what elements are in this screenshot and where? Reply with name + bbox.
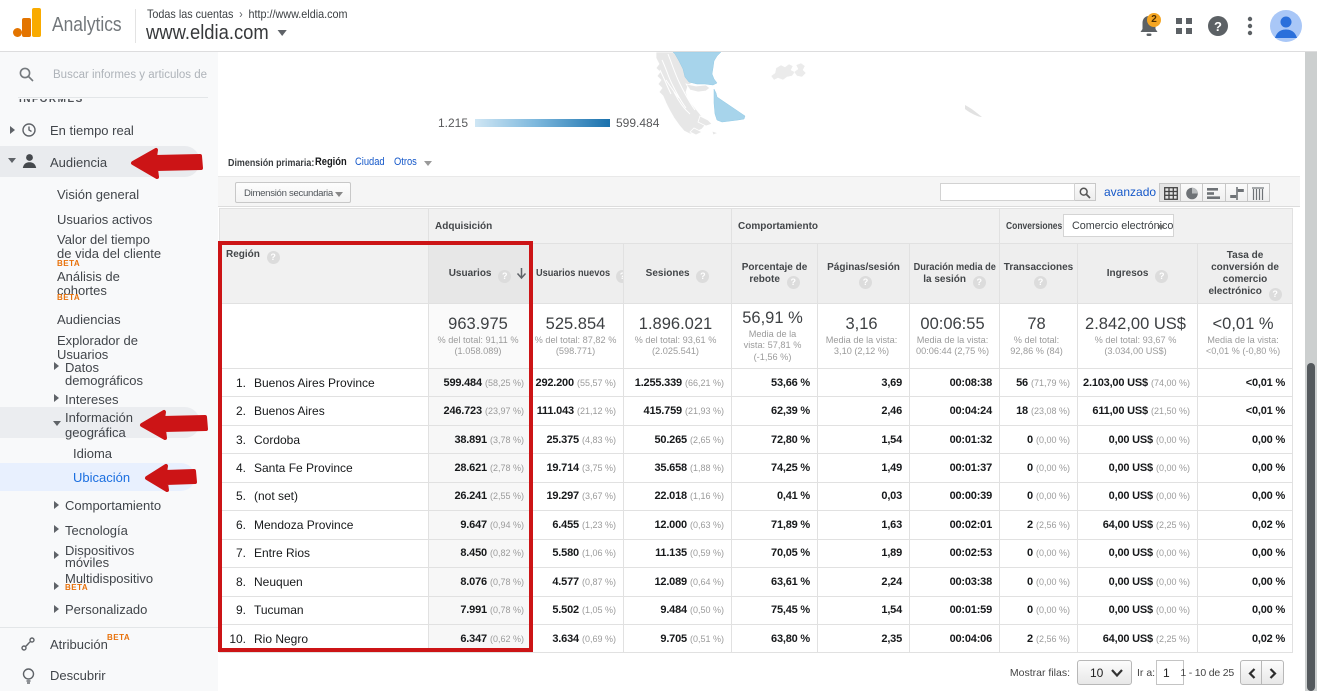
svg-text:?: ?: [1214, 19, 1222, 34]
